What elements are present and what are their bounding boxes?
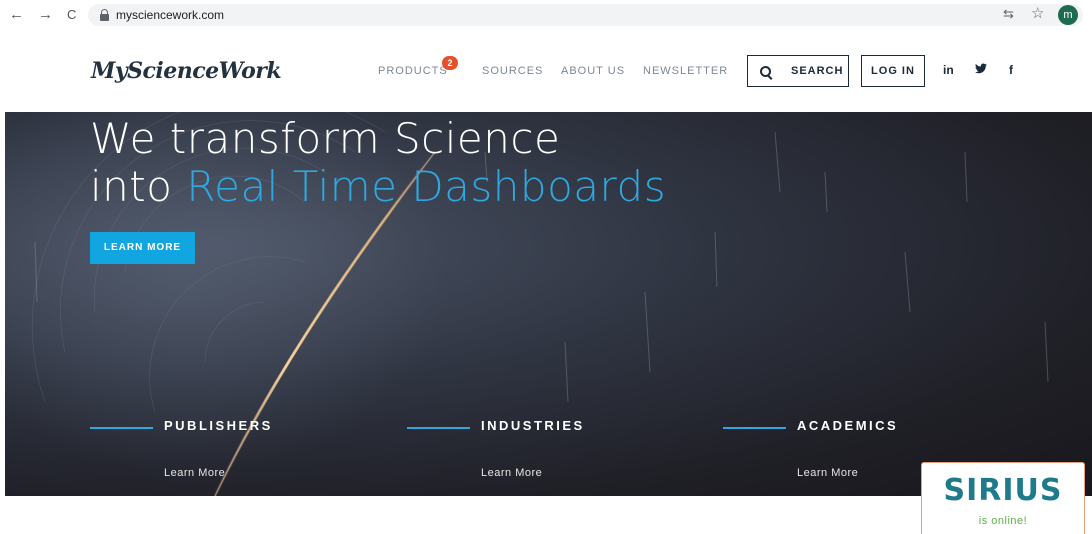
audience-learn-more-link[interactable]: Learn More xyxy=(164,467,225,479)
hero-headline: We transform Science into Real Time Dash… xyxy=(90,115,666,211)
nav-newsletter[interactable]: NEWSLETTER xyxy=(643,65,728,77)
audience-title: INDUSTRIES xyxy=(481,418,585,433)
hero-headline-highlight: Real Time Dashboards xyxy=(186,162,667,211)
hero-headline-line2: into Real Time Dashboards xyxy=(90,163,666,211)
browser-toolbar: ← → C mysciencework.com ⇆ ☆ m xyxy=(0,0,1092,30)
sirius-logo: SIRIUS xyxy=(943,473,1063,508)
lock-icon xyxy=(100,9,109,21)
back-arrow-icon[interactable]: ← xyxy=(9,6,24,24)
accent-line xyxy=(723,427,786,429)
audience-title: PUBLISHERS xyxy=(164,418,273,433)
linkedin-icon[interactable]: in xyxy=(943,63,954,77)
chat-status-text: is online! xyxy=(978,515,1028,527)
nav-sources[interactable]: SOURCES xyxy=(482,65,543,77)
address-bar[interactable]: mysciencework.com xyxy=(88,4,1083,26)
forward-arrow-icon[interactable]: → xyxy=(38,6,53,24)
twitter-icon[interactable] xyxy=(975,63,987,77)
search-button[interactable]: SEARCH xyxy=(747,55,849,87)
search-icon xyxy=(760,66,771,77)
profile-avatar[interactable]: m xyxy=(1058,5,1078,25)
nav-about-us[interactable]: ABOUT US xyxy=(561,65,625,77)
url-text[interactable]: mysciencework.com xyxy=(116,8,224,22)
hero-headline-line1: We transform Science xyxy=(90,114,561,163)
reload-icon[interactable]: C xyxy=(67,6,76,24)
accent-line xyxy=(407,427,470,429)
hero-headline-prefix: into xyxy=(90,162,187,211)
audience-learn-more-link[interactable]: Learn More xyxy=(797,467,858,479)
facebook-icon[interactable]: f xyxy=(1009,63,1013,77)
audience-learn-more-link[interactable]: Learn More xyxy=(481,467,542,479)
translate-icon[interactable]: ⇆ xyxy=(1003,6,1014,22)
hero-banner: We transform Science into Real Time Dash… xyxy=(5,112,1092,496)
search-label: SEARCH xyxy=(791,65,844,77)
accent-line xyxy=(90,427,153,429)
site-logo[interactable]: MyScienceWork xyxy=(91,58,282,84)
audience-title: ACADEMICS xyxy=(797,418,899,433)
hero-learn-more-button[interactable]: LEARN MORE xyxy=(90,232,195,264)
nav-products[interactable]: PRODUCTS xyxy=(378,65,448,77)
sirius-chat-widget[interactable]: SIRIUS is online! xyxy=(921,462,1085,534)
login-button[interactable]: LOG IN xyxy=(861,55,925,87)
products-count-badge: 2 xyxy=(442,56,458,70)
bookmark-star-icon[interactable]: ☆ xyxy=(1031,4,1044,22)
site-header: MyScienceWork PRODUCTS 2 SOURCES ABOUT U… xyxy=(0,30,1092,112)
